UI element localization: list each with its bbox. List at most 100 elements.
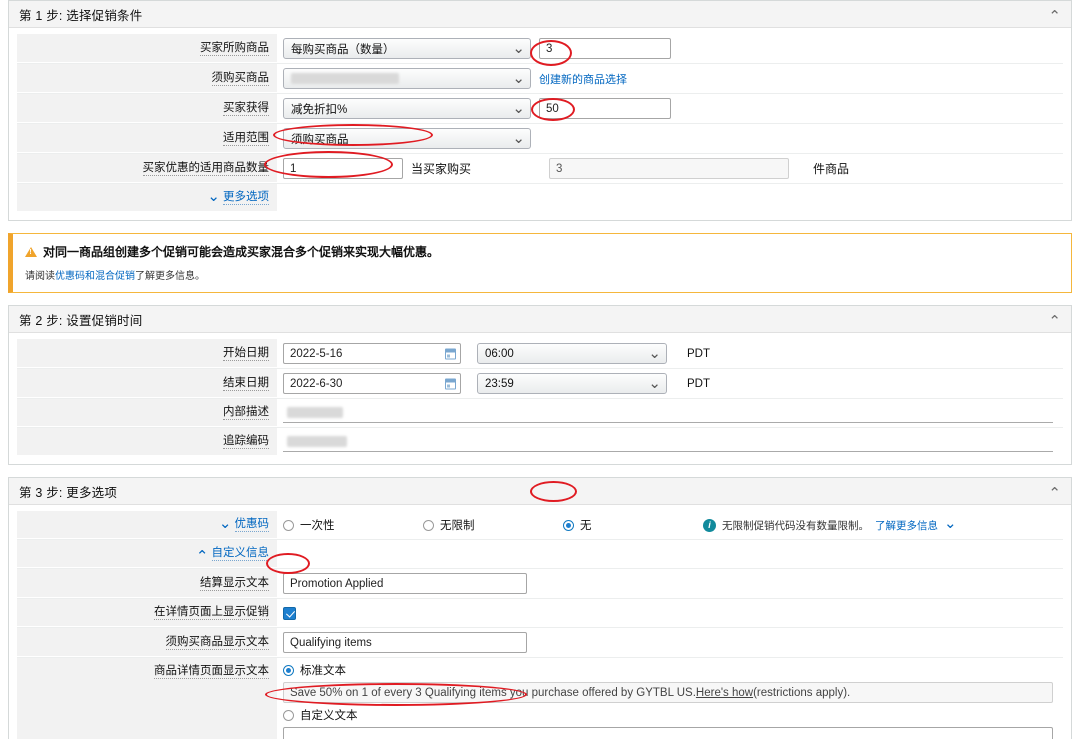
- chevron-up-icon[interactable]: [1048, 312, 1061, 327]
- warning-subtext: 请阅读优惠码和混合促销了解更多信息。: [25, 271, 205, 282]
- promotion-editor-page: 第 1 步: 选择促销条件 买家所购商品 每购买商品（数量） 3: [0, 0, 1080, 739]
- step3-header[interactable]: 第 3 步: 更多选项: [9, 478, 1071, 505]
- radio-icon: [423, 519, 434, 531]
- coupon-info-note: i 无限制促销代码没有数量限制。 了解更多信息: [703, 516, 957, 534]
- info-icon: i: [703, 518, 716, 532]
- redacted-value: [291, 73, 399, 84]
- chevron-up-icon[interactable]: [1048, 7, 1061, 22]
- label-more-options[interactable]: 更多选项: [17, 184, 277, 212]
- label-qualifying-text: 须购买商品显示文本: [17, 628, 277, 657]
- detail-standard-text: Save 50% on 1 of every 3 Qualifying item…: [283, 682, 1053, 703]
- row-show-on-detail: 在详情页面上显示促销: [17, 599, 1063, 628]
- label-applies-to: 适用范围: [17, 124, 277, 153]
- row-applies-to: 适用范围 须购买商品: [17, 124, 1063, 154]
- start-timezone: PDT: [687, 347, 710, 360]
- step2-title: 第 2 步: 设置促销时间: [19, 313, 143, 328]
- step1-body: 买家所购商品 每购买商品（数量） 3 须购买商品: [9, 28, 1071, 220]
- tracking-id-input[interactable]: [283, 432, 1053, 452]
- detail-custom-input[interactable]: [283, 727, 1053, 739]
- step1-title: 第 1 步: 选择促销条件: [19, 8, 143, 23]
- row-must-purchase: 须购买商品 创建新的商品选择: [17, 64, 1063, 94]
- step3-title: 第 3 步: 更多选项: [19, 485, 118, 500]
- label-custom-message[interactable]: 自定义信息: [17, 540, 277, 568]
- step2-header[interactable]: 第 2 步: 设置促销时间: [9, 306, 1071, 333]
- warning-banner: 对同一商品组创建多个促销可能会造成买家混合多个促销来实现大幅优惠。 请阅读优惠码…: [8, 233, 1072, 293]
- tier-suffix-text: 件商品: [813, 162, 850, 176]
- chevron-down-icon: [512, 43, 525, 58]
- learn-more-link[interactable]: 了解更多信息: [875, 518, 938, 533]
- must-purchase-select[interactable]: [283, 68, 531, 89]
- show-on-detail-checkbox[interactable]: [283, 606, 296, 620]
- row-start-date: 开始日期 2022-5-16 06:00 PDT: [17, 339, 1063, 369]
- qualifying-text-input[interactable]: Qualifying items: [283, 632, 527, 653]
- chevron-down-icon: [512, 103, 525, 118]
- label-end-date: 结束日期: [17, 369, 277, 398]
- radio-selected-icon: [283, 664, 294, 676]
- chevron-down-icon: [219, 516, 232, 534]
- internal-desc-input[interactable]: [283, 403, 1053, 423]
- applies-to-select[interactable]: 须购买商品: [283, 128, 531, 149]
- label-start-date: 开始日期: [17, 339, 277, 368]
- label-coupon-code[interactable]: 优惠码: [17, 511, 277, 539]
- step1-header[interactable]: 第 1 步: 选择促销条件: [9, 1, 1071, 28]
- warning-triangle-icon: [25, 246, 37, 257]
- step2-body: 开始日期 2022-5-16 06:00 PDT: [9, 333, 1071, 464]
- chevron-up-icon[interactable]: [1048, 484, 1061, 499]
- label-show-on-detail: 在详情页面上显示促销: [17, 599, 277, 627]
- radio-icon: [283, 709, 294, 721]
- coupon-option-unlimited[interactable]: 无限制: [423, 517, 555, 533]
- row-internal-desc: 内部描述: [17, 399, 1063, 428]
- end-timezone: PDT: [687, 377, 710, 390]
- row-coupon-code: 优惠码 一次性 无限制 无 i: [17, 511, 1063, 540]
- calendar-icon[interactable]: [445, 378, 456, 389]
- step3-section: 第 3 步: 更多选项 优惠码 一次性 无限制: [8, 477, 1072, 739]
- label-internal-desc: 内部描述: [17, 399, 277, 427]
- start-time-select[interactable]: 06:00: [477, 343, 667, 364]
- tier-qty2-input[interactable]: 3: [549, 158, 789, 179]
- row-detail-page-text: 商品详情页面显示文本 标准文本 Save 50% on 1 of every 3…: [17, 658, 1063, 739]
- heres-how-link[interactable]: Here's how: [696, 687, 753, 699]
- radio-selected-icon: [563, 519, 574, 531]
- coupon-option-one-time[interactable]: 一次性: [283, 517, 415, 533]
- step1-section: 第 1 步: 选择促销条件 买家所购商品 每购买商品（数量） 3: [8, 0, 1072, 221]
- label-buyer-gets: 买家获得: [17, 94, 277, 123]
- calendar-icon[interactable]: [445, 348, 456, 359]
- step3-body: 优惠码 一次性 无限制 无 i: [9, 505, 1071, 739]
- tier-qty-input[interactable]: 1: [283, 158, 403, 179]
- chevron-down-icon: [944, 516, 957, 534]
- label-detail-page-text: 商品详情页面显示文本: [17, 658, 277, 739]
- row-buyer-gets: 买家获得 减免折扣% 50: [17, 94, 1063, 124]
- tier-mid-text: 当买家购买: [411, 162, 472, 176]
- discount-amount-input[interactable]: 50: [539, 98, 671, 119]
- chevron-down-icon: [648, 378, 661, 393]
- step2-section: 第 2 步: 设置促销时间 开始日期 2022-5-16 06:00: [8, 305, 1072, 465]
- create-product-selection-link[interactable]: 创建新的商品选择: [539, 71, 627, 87]
- warning-link[interactable]: 优惠码和混合促销: [55, 271, 135, 282]
- row-checkout-text: 结算显示文本 Promotion Applied: [17, 569, 1063, 599]
- detail-custom-radio[interactable]: 自定义文本: [283, 707, 358, 723]
- chevron-up-icon: [196, 545, 209, 563]
- row-tiers: 买家优惠的适用商品数量 1 当买家购买 3 件商品: [17, 154, 1063, 184]
- warning-title-row: 对同一商品组创建多个促销可能会造成买家混合多个促销来实现大幅优惠。: [25, 243, 1059, 260]
- chevron-down-icon: [512, 73, 525, 88]
- detail-standard-radio[interactable]: 标准文本: [283, 662, 346, 678]
- label-must-purchase: 须购买商品: [17, 64, 277, 93]
- chevron-down-icon: [648, 348, 661, 363]
- radio-icon: [283, 519, 294, 531]
- row-qualifying-text: 须购买商品显示文本 Qualifying items: [17, 628, 1063, 658]
- row-buyer-purchases: 买家所购商品 每购买商品（数量） 3: [17, 34, 1063, 64]
- label-tiers: 买家优惠的适用商品数量: [17, 154, 277, 183]
- label-checkout-text: 结算显示文本: [17, 569, 277, 598]
- coupon-option-none[interactable]: 无: [563, 517, 695, 533]
- buyer-gets-select[interactable]: 减免折扣%: [283, 98, 531, 119]
- end-time-select[interactable]: 23:59: [477, 373, 667, 394]
- row-tracking-id: 追踪编码: [17, 428, 1063, 456]
- start-date-input[interactable]: 2022-5-16: [283, 343, 461, 364]
- end-date-input[interactable]: 2022-6-30: [283, 373, 461, 394]
- label-tracking-id: 追踪编码: [17, 428, 277, 456]
- buyer-purchases-qty-input[interactable]: 3: [539, 38, 671, 59]
- checkout-text-input[interactable]: Promotion Applied: [283, 573, 527, 594]
- chevron-down-icon: [207, 189, 220, 207]
- buyer-purchases-select[interactable]: 每购买商品（数量）: [283, 38, 531, 59]
- warning-title: 对同一商品组创建多个促销可能会造成买家混合多个促销来实现大幅优惠。: [43, 245, 440, 259]
